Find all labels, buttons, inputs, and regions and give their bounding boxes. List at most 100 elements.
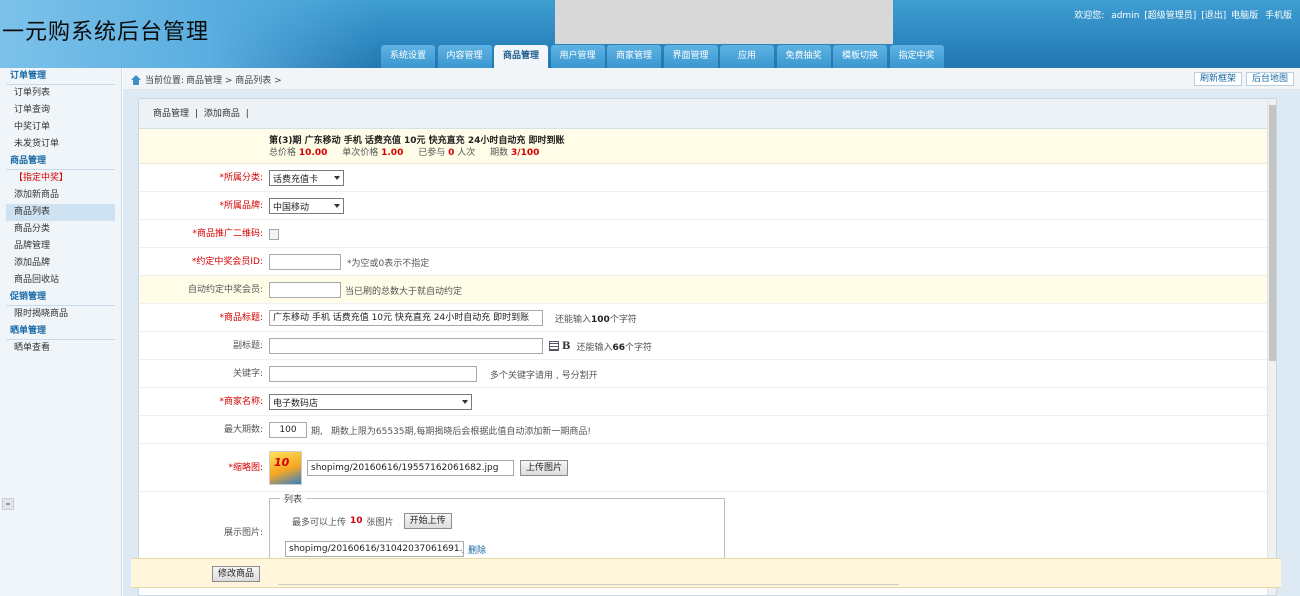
row-assign-winner: *约定中奖会员ID: *为空或0表示不指定 [139,248,1276,276]
row-thumbnail: *缩略图: 10 shopimg/20160616/19557162061682… [139,444,1276,492]
total-price: 10.00 [298,148,328,158]
main-content: 商品管理 | 添加商品 | 第(3)期 广东移动 手机 话费充值 10元 快充直… [123,90,1300,596]
title-label: *商品标题: [219,313,263,323]
sidebar-item-brands[interactable]: 品牌管理 [6,238,115,255]
panel-separator-end: | [245,109,249,119]
row-max-period: 最大期数: 100 期, 期数上限为65535期,每期揭晓后会根据此值自动添加新… [139,416,1276,444]
mobile-version-link[interactable]: 手机版 [1265,11,1292,21]
delete-image-link[interactable]: 删除 [468,543,486,556]
winner-label: *约定中奖会员ID: [191,257,263,267]
subtitle-input[interactable] [269,338,543,354]
max-period-unit: 期, [311,426,323,437]
thumbnail-image-text: 10 [274,456,290,469]
nav-tab-free-draw[interactable]: 免费抽奖 [776,45,831,68]
top-header: 一元购系统后台管理 欢迎您: admin [超级管理员] [退出] 电脑版 手机… [0,0,1300,68]
nav-tab-goods[interactable]: 商品管理 [494,45,548,68]
row-category: *所属分类: 话费充值卡 [139,164,1276,192]
sidebar-item-recycle[interactable]: 商品回收站 [6,272,115,289]
bottom-divider [278,584,899,585]
uploaded-image-item: shopimg/20160616/31042037061691.jpg 删除 [285,541,486,557]
sidebar-title-goods[interactable]: 商品管理 [6,153,115,170]
sidebar-title-order[interactable]: 订单管理 [6,68,115,85]
title-char-hint: 还能输入100个字符 [555,314,637,325]
nav-tab-merchants[interactable]: 商家管理 [607,45,661,68]
sidebar-title-share[interactable]: 晒单管理 [6,323,115,340]
sidebar-item-add-brand[interactable]: 添加品牌 [6,255,115,272]
upload-image-button[interactable]: 上传图片 [520,460,569,476]
thumbnail-label: *缩略图: [228,463,263,473]
nav-tab-interface[interactable]: 界面管理 [663,45,718,68]
thumbnail-path-input[interactable]: shopimg/20160616/19557162061682.jpg [307,460,514,476]
unit-price-label: 单次价格 [342,148,379,158]
admin-sitemap-button[interactable]: 后台地图 [1245,72,1294,86]
joined-count: 0 [448,148,455,158]
breadcrumb-bar: 当前位置: 商品管理 > 商品列表 > 刷新框架 后台地图 [123,68,1300,90]
subtitle-label: 副标题: [232,341,263,351]
sidebar-collapse-handle[interactable] [2,498,14,510]
subtitle-char-hint: 还能输入66个字符 [576,342,653,353]
display-image-path[interactable]: shopimg/20160616/31042037061691.jpg [285,541,464,557]
nav-tab-apps[interactable]: 应用 [720,45,774,68]
sidebar-item-assign-winner[interactable]: 【指定中奖】 [6,170,115,187]
category-select[interactable]: 话费充值卡 [269,170,344,186]
nav-tab-content[interactable]: 内容管理 [437,45,492,68]
qrcode-label: *商品推广二维码: [192,229,263,239]
panel-header: 商品管理 | 添加商品 | [139,99,1276,129]
row-merchant: *商家名称: 电子数码店 [139,388,1276,416]
sidebar-item-view-shares[interactable]: 晒单查看 [6,340,115,357]
thumbnail-image: 10 [269,451,302,485]
panel-tab-goods[interactable]: 商品管理 [153,109,189,119]
row-title: *商品标题: 广东移动 手机 话费充值 10元 快充直充 24小时自动充 即时到… [139,304,1276,332]
panel-scrollbar[interactable] [1267,99,1276,595]
sidebar-item-unshipped[interactable]: 未发货订单 [6,136,115,153]
brand-label: *所属品牌: [219,201,263,211]
row-auto-winner: 自动约定中奖会员: 当已刷的总数大于就自动约定 [139,276,1276,304]
nav-tab-assign-winner[interactable]: 指定中奖 [889,45,944,68]
breadcrumb-path[interactable]: 商品管理 > 商品列表 > [186,73,282,86]
chevron-down-icon [334,176,340,180]
breadcrumb-actions: 刷新框架 后台地图 [1190,72,1294,86]
sidebar-item-order-search[interactable]: 订单查询 [6,102,115,119]
bold-icon[interactable]: B [562,341,570,352]
breadcrumb-prefix: 当前位置: [145,76,185,86]
user-role[interactable]: [超级管理员] [1144,11,1196,21]
sidebar-title-promo[interactable]: 促销管理 [6,289,115,306]
pc-version-link[interactable]: 电脑版 [1231,11,1258,21]
sidebar-item-order-list[interactable]: 订单列表 [6,85,115,102]
logout-link[interactable]: [退出] [1201,11,1226,21]
sidebar-item-timed-reveal[interactable]: 限时揭晓商品 [6,306,115,323]
keywords-label: 关键字: [232,369,263,379]
title-input[interactable]: 广东移动 手机 话费充值 10元 快充直充 24小时自动充 即时到账 [269,310,543,326]
modify-goods-button[interactable]: 修改商品 [212,566,261,582]
auto-winner-input[interactable] [269,282,341,298]
edit-goods-panel: 商品管理 | 添加商品 | 第(3)期 广东移动 手机 话费充值 10元 快充直… [138,98,1277,596]
color-picker-icon[interactable] [549,341,559,351]
panel-separator: | [194,109,198,119]
refresh-frame-button[interactable]: 刷新框架 [1193,72,1242,86]
nav-tab-system[interactable]: 系统设置 [381,45,435,68]
chevron-down-icon [462,400,468,404]
joined-label: 已参与 [418,148,446,158]
sidebar-item-goods-list[interactable]: 商品列表 [6,204,115,221]
upload-limit: 最多可以上传 10 张图片 开始上传 [292,513,452,529]
sidebar-group-share: 晒单管理 晒单查看 [6,323,115,357]
keywords-hint: 多个关键字请用 , 号分割开 [490,370,598,381]
brand-title: 一元购系统后台管理 [2,20,210,45]
nav-tab-templates[interactable]: 模板切换 [833,45,887,68]
sidebar-item-add-goods[interactable]: 添加新商品 [6,187,115,204]
brand-select[interactable]: 中国移动 [269,198,344,214]
start-upload-button[interactable]: 开始上传 [403,513,452,529]
merchant-select[interactable]: 电子数码店 [269,394,472,410]
chevron-down-icon [334,204,340,208]
nav-tab-users[interactable]: 用户管理 [550,45,605,68]
sidebar-item-winning-orders[interactable]: 中奖订单 [6,119,115,136]
max-period-input[interactable]: 100 [269,422,307,438]
sidebar-group-goods: 商品管理 【指定中奖】 添加新商品 商品列表 商品分类 品牌管理 添加品牌 商品… [6,153,115,289]
scrollbar-thumb[interactable] [1269,105,1276,361]
row-subtitle: 副标题: B 还能输入66个字符 [139,332,1276,360]
sidebar-item-categories[interactable]: 商品分类 [6,221,115,238]
keywords-input[interactable] [269,366,477,382]
panel-tab-add-goods[interactable]: 添加商品 [204,109,240,119]
main-nav: 系统设置 内容管理 商品管理 用户管理 商家管理 界面管理 应用 免费抽奖 模板… [381,45,946,68]
winner-id-input[interactable] [269,254,341,270]
